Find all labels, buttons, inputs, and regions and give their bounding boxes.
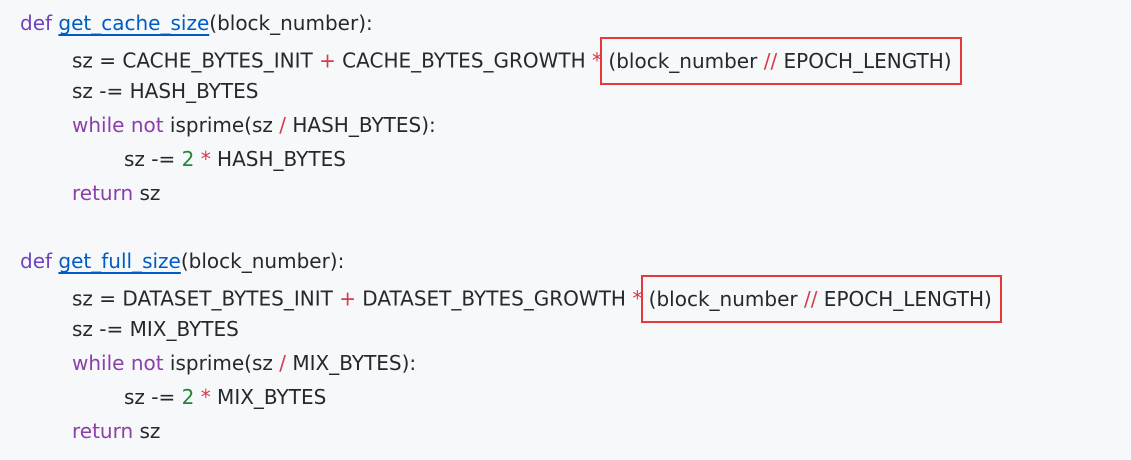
code-text: sz (133, 181, 161, 205)
code-block: def get_cache_size(block_number): sz = C… (0, 0, 1131, 460)
code-text: MIX_BYTES): (286, 351, 417, 375)
code-text: sz -= MIX_BYTES (72, 317, 239, 341)
code-line: sz = CACHE_BYTES_INIT + CACHE_BYTES_GROW… (20, 37, 1131, 85)
function-params: (block_number): (180, 249, 345, 273)
multiply-operator: * (632, 286, 643, 311)
not-keyword: not (130, 351, 164, 375)
code-text: (block_number (648, 287, 804, 311)
number-literal: 2 (181, 385, 195, 409)
code-text: EPOCH_LENGTH) (777, 49, 952, 73)
code-line: sz = DATASET_BYTES_INIT + DATASET_BYTES_… (20, 275, 1131, 323)
floor-div-operator: // (763, 49, 778, 73)
code-text: sz -= (124, 385, 182, 409)
return-keyword: return (72, 419, 134, 443)
divide-operator: / (279, 113, 287, 137)
function-name-get-full-size: get_full_size (58, 249, 181, 273)
code-text: isprime(sz (163, 113, 280, 137)
code-text: HASH_BYTES): (286, 113, 436, 137)
code-text: EPOCH_LENGTH) (817, 287, 992, 311)
code-text: sz -= (124, 147, 182, 171)
while-keyword: while (72, 113, 125, 137)
while-keyword: while (72, 351, 125, 375)
code-line: return sz (20, 176, 1131, 210)
code-text: HASH_BYTES (210, 147, 346, 171)
code-line: sz -= MIX_BYTES (20, 312, 1131, 346)
multiply-operator: * (200, 147, 211, 171)
code-text: sz (133, 419, 161, 443)
code-line: sz -= 2 * MIX_BYTES (20, 380, 1131, 414)
function-params: (block_number): (209, 11, 373, 35)
code-text: isprime(sz (163, 351, 280, 375)
code-line: def get_full_size(block_number): (20, 244, 1131, 278)
function-name-get-cache-size: get_cache_size (58, 11, 210, 35)
code-text: (block_number (608, 49, 764, 73)
multiply-operator: * (592, 48, 603, 73)
number-literal: 2 (181, 147, 195, 171)
code-text: CACHE_BYTES_GROWTH (335, 48, 593, 73)
not-keyword: not (130, 113, 164, 137)
floor-div-operator: // (803, 287, 818, 311)
code-text: sz = DATASET_BYTES_INIT (72, 286, 340, 311)
code-line: sz -= HASH_BYTES (20, 74, 1131, 108)
code-text: sz = CACHE_BYTES_INIT (72, 48, 320, 73)
code-line: def get_cache_size(block_number): (20, 6, 1131, 40)
code-text: DATASET_BYTES_GROWTH (355, 286, 633, 311)
divide-operator: / (279, 351, 287, 375)
code-line: return sz (20, 414, 1131, 448)
def-keyword: def (20, 249, 53, 273)
multiply-operator: * (200, 385, 211, 409)
def-keyword: def (20, 11, 53, 35)
code-line: while not isprime(sz / HASH_BYTES): (20, 108, 1131, 142)
return-keyword: return (72, 181, 134, 205)
code-line: while not isprime(sz / MIX_BYTES): (20, 346, 1131, 380)
code-text: sz -= HASH_BYTES (72, 79, 259, 103)
plus-operator: + (339, 286, 356, 311)
plus-operator: + (319, 48, 336, 73)
code-line: sz -= 2 * HASH_BYTES (20, 142, 1131, 176)
code-text: MIX_BYTES (210, 385, 327, 409)
